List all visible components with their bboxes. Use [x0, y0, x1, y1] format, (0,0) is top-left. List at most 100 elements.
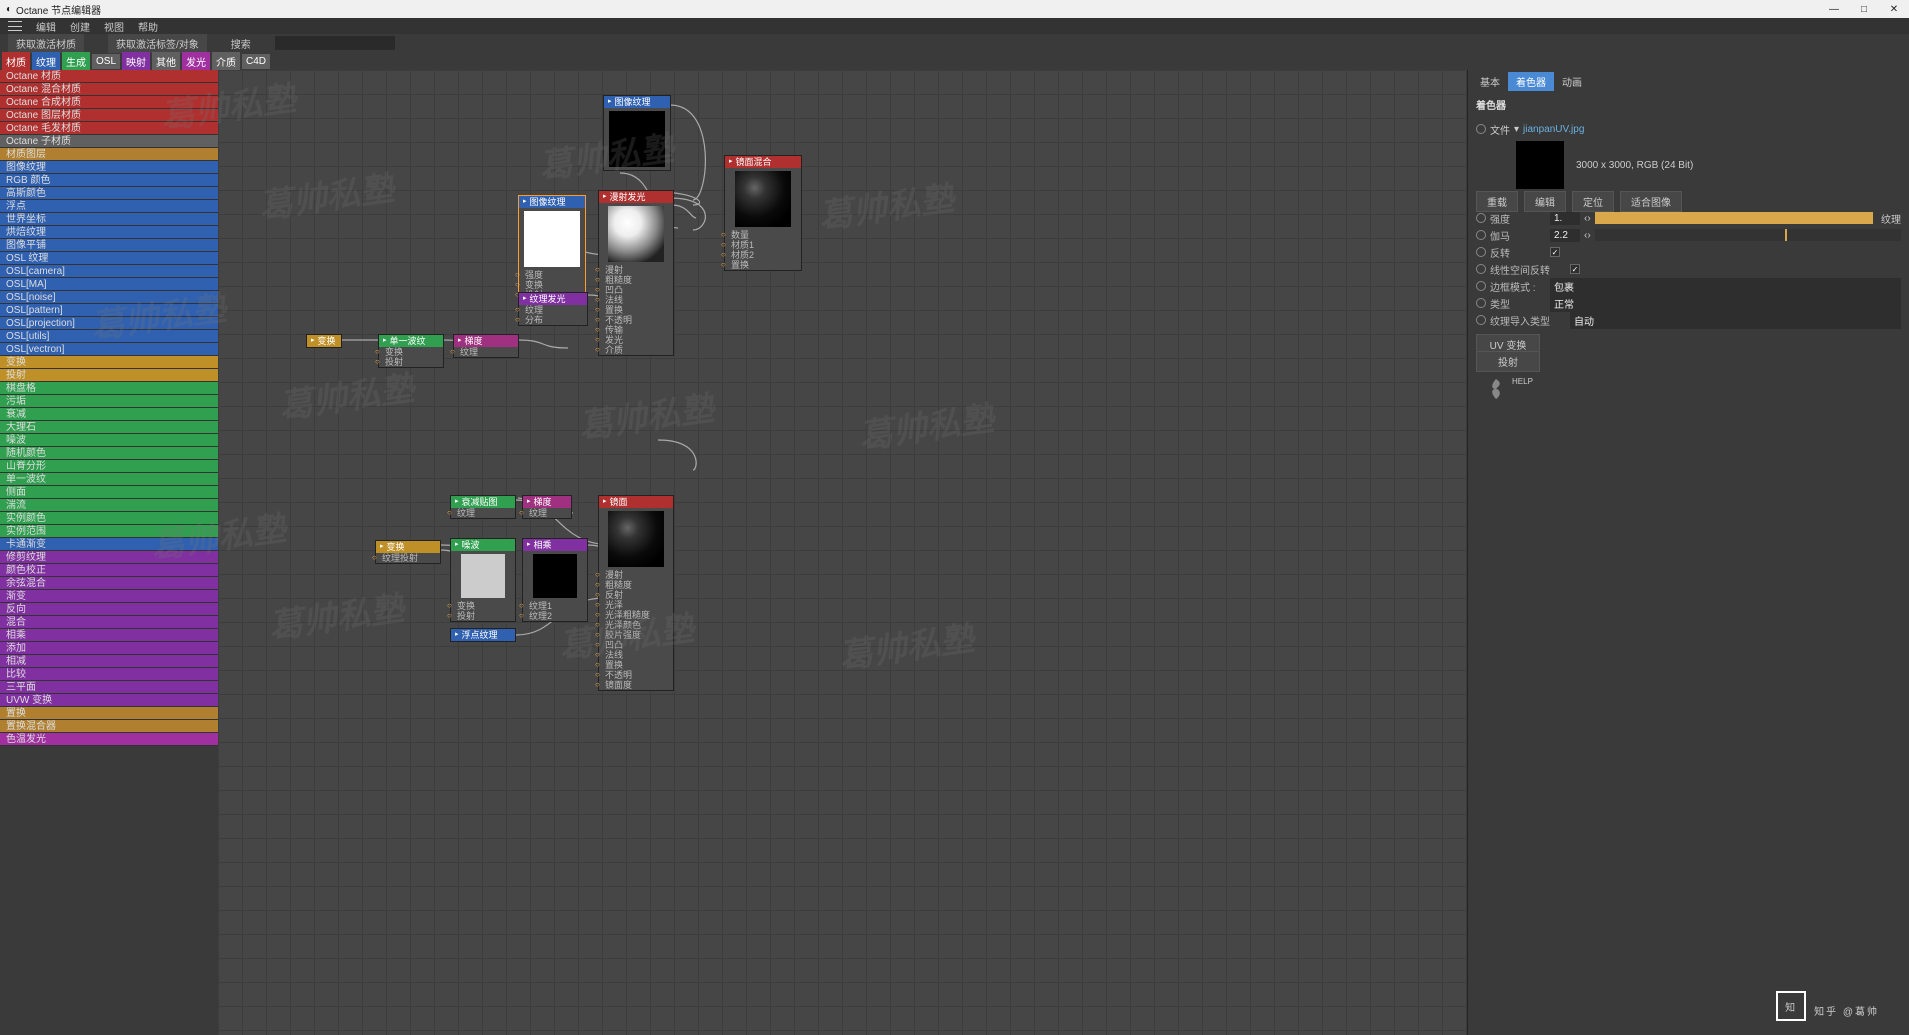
- node-port[interactable]: 变换: [379, 347, 443, 357]
- stepper-icon[interactable]: ‹›: [1584, 213, 1591, 224]
- node-float-texture[interactable]: 浮点纹理: [450, 628, 516, 642]
- sidebar-item[interactable]: 棋盘格: [0, 382, 218, 395]
- intensity-value[interactable]: 1.: [1550, 212, 1580, 225]
- node-port[interactable]: 光泽粗糙度: [599, 610, 673, 620]
- node-port[interactable]: 强度: [519, 270, 585, 280]
- close-button[interactable]: ✕: [1879, 0, 1909, 18]
- tab-shader[interactable]: 着色器: [1508, 72, 1554, 91]
- sidebar-item[interactable]: 衰减: [0, 408, 218, 421]
- sidebar-item[interactable]: RGB 颜色: [0, 174, 218, 187]
- sidebar-item[interactable]: 噪波: [0, 434, 218, 447]
- sidebar-item[interactable]: Octane 子材质: [0, 135, 218, 148]
- sidebar-item[interactable]: 单一波纹: [0, 473, 218, 486]
- node-multiply[interactable]: 相乘 纹理1 纹理2: [522, 538, 588, 622]
- search-input[interactable]: [275, 36, 395, 50]
- node-header[interactable]: 镜面: [599, 496, 673, 508]
- node-port[interactable]: 不透明: [599, 670, 673, 680]
- node-port[interactable]: 数量: [725, 230, 801, 240]
- sidebar-item[interactable]: Octane 混合材质: [0, 83, 218, 96]
- sidebar-item[interactable]: 三平面: [0, 681, 218, 694]
- sidebar-item[interactable]: 修剪纹理: [0, 551, 218, 564]
- category-tab[interactable]: 材质: [2, 52, 30, 71]
- node-header[interactable]: 镜面混合: [725, 156, 801, 168]
- edit-button[interactable]: 编辑: [1524, 191, 1566, 212]
- node-canvas[interactable]: 图像纹理 图像纹理 强度 变换 投射 纹理发光 纹理 分布 变换 单一波纹 变换…: [218, 70, 1467, 1035]
- menu-view[interactable]: 视图: [104, 19, 124, 34]
- dropdown-icon[interactable]: ▾: [1514, 124, 1519, 135]
- stepper-icon[interactable]: ‹›: [1584, 230, 1591, 241]
- node-port[interactable]: 传输: [599, 325, 673, 335]
- sidebar-item[interactable]: 随机颜色: [0, 447, 218, 460]
- node-header[interactable]: 相乘: [523, 539, 587, 551]
- node-port[interactable]: 法线: [599, 295, 673, 305]
- node-header[interactable]: 噪波: [451, 539, 515, 551]
- sidebar-item[interactable]: 图像纹理: [0, 161, 218, 174]
- node-port[interactable]: 发光: [599, 335, 673, 345]
- node-port[interactable]: 投射: [451, 611, 515, 621]
- node-port[interactable]: 光泽颜色: [599, 620, 673, 630]
- minimize-button[interactable]: —: [1819, 0, 1849, 18]
- node-port[interactable]: 变换: [451, 601, 515, 611]
- sidebar-item[interactable]: OSL[camera]: [0, 265, 218, 278]
- node-header[interactable]: 梯度: [523, 496, 571, 508]
- sidebar-item[interactable]: 投射: [0, 369, 218, 382]
- node-port[interactable]: 镜面度: [599, 680, 673, 690]
- node-port[interactable]: 变换: [519, 280, 585, 290]
- sidebar-item[interactable]: 卡通渐变: [0, 538, 218, 551]
- node-port[interactable]: 纹理: [519, 305, 587, 315]
- node-texture-emission[interactable]: 纹理发光 纹理 分布: [518, 292, 588, 326]
- node-transform-2[interactable]: 变换 纹理投射: [375, 540, 441, 564]
- edge-mode-value[interactable]: 包裹: [1550, 278, 1901, 295]
- node-noise[interactable]: 噪波 变换 投射: [450, 538, 516, 622]
- node-port[interactable]: 漫射: [599, 265, 673, 275]
- sidebar-item[interactable]: 置换: [0, 707, 218, 720]
- sidebar-item[interactable]: Octane 材质: [0, 70, 218, 83]
- sidebar-item[interactable]: 世界坐标: [0, 213, 218, 226]
- sidebar-item[interactable]: Octane 毛发材质: [0, 122, 218, 135]
- sidebar-item[interactable]: 渐变: [0, 590, 218, 603]
- node-port[interactable]: 不透明: [599, 315, 673, 325]
- node-gradient[interactable]: 梯度 纹理: [453, 334, 519, 358]
- menu-icon[interactable]: [8, 21, 22, 31]
- node-port[interactable]: 漫射: [599, 570, 673, 580]
- sidebar-item[interactable]: 比较: [0, 668, 218, 681]
- sidebar-item[interactable]: OSL[vectron]: [0, 343, 218, 356]
- sidebar[interactable]: Octane 材质Octane 混合材质Octane 合成材质Octane 图层…: [0, 70, 218, 1035]
- projection-button[interactable]: 投射: [1476, 351, 1540, 372]
- radio-icon[interactable]: [1476, 247, 1486, 257]
- intensity-slider[interactable]: [1595, 212, 1873, 224]
- sidebar-item[interactable]: 实例范围: [0, 525, 218, 538]
- node-port[interactable]: 胶片强度: [599, 630, 673, 640]
- sidebar-item[interactable]: 湍流: [0, 499, 218, 512]
- node-port[interactable]: 凹凸: [599, 285, 673, 295]
- sidebar-item[interactable]: 反向: [0, 603, 218, 616]
- file-radio[interactable]: [1476, 124, 1486, 134]
- sidebar-item[interactable]: 高斯颜色: [0, 187, 218, 200]
- category-tab[interactable]: 映射: [122, 52, 150, 71]
- radio-icon[interactable]: [1476, 264, 1486, 274]
- node-image-texture-selected[interactable]: 图像纹理 强度 变换 投射: [518, 195, 586, 301]
- sidebar-item[interactable]: 实例颜色: [0, 512, 218, 525]
- sidebar-item[interactable]: 污垢: [0, 395, 218, 408]
- radio-icon[interactable]: [1476, 315, 1486, 325]
- fit-image-button[interactable]: 适合图像: [1620, 191, 1682, 212]
- node-transform-1[interactable]: 变换: [306, 334, 342, 348]
- node-port[interactable]: 投射: [379, 357, 443, 367]
- node-single-wave[interactable]: 单一波纹 变换 投射: [378, 334, 444, 368]
- node-header[interactable]: 浮点纹理: [451, 629, 515, 641]
- reload-button[interactable]: 重载: [1476, 191, 1518, 212]
- node-port[interactable]: 纹理2: [523, 611, 587, 621]
- gamma-value[interactable]: 2.2: [1550, 229, 1580, 242]
- radio-icon[interactable]: [1476, 298, 1486, 308]
- sidebar-item[interactable]: 浮点: [0, 200, 218, 213]
- sidebar-item[interactable]: Octane 图层材质: [0, 109, 218, 122]
- node-port[interactable]: 反射: [599, 590, 673, 600]
- menu-edit[interactable]: 编辑: [36, 19, 56, 34]
- sidebar-item[interactable]: OSL[noise]: [0, 291, 218, 304]
- sidebar-item[interactable]: 材质图层: [0, 148, 218, 161]
- sidebar-item[interactable]: OSL[projection]: [0, 317, 218, 330]
- category-tab[interactable]: C4D: [242, 54, 270, 69]
- get-active-tag-button[interactable]: 获取激活标签/对象: [108, 34, 207, 53]
- node-header[interactable]: 变换: [376, 541, 440, 553]
- category-tab[interactable]: OSL: [92, 54, 120, 69]
